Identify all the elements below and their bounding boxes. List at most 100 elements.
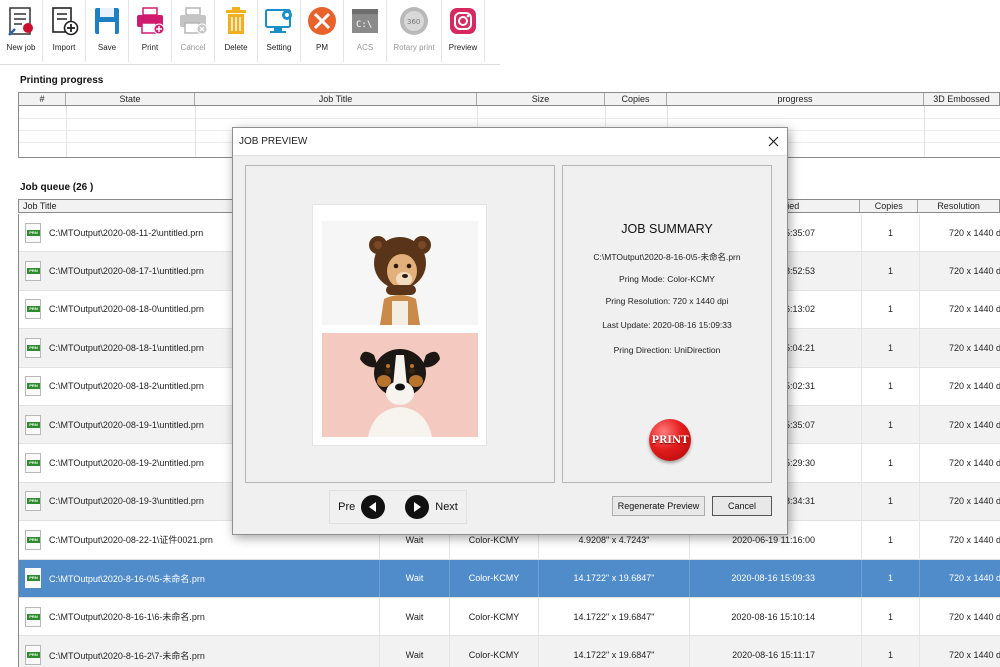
progress-col-state[interactable]: State (66, 93, 195, 105)
row-modified-text: 5:35:07 (784, 227, 815, 238)
row-state: Wait (380, 636, 450, 667)
row-modified-text: 5:02:31 (784, 381, 815, 392)
svg-text:360: 360 (407, 18, 420, 26)
row-modified-text: 2020-08-16 15:11:17 (732, 650, 815, 661)
preview-button[interactable]: Preview (442, 0, 485, 62)
row-job-title-text: C:\MTOutput\2020-08-19-3\untitled.prn (49, 496, 204, 507)
row-resolution: 720 x 1440 d (920, 406, 1000, 443)
row-copies-text: 1 (887, 496, 893, 507)
import-button[interactable]: Import (43, 0, 86, 62)
row-copies: 1 (862, 482, 920, 521)
rotary-print-icon: 360 (398, 5, 430, 37)
prn-file-icon: PRN (25, 414, 41, 435)
queue-col-copies[interactable]: Copies (860, 200, 919, 212)
print-job-label: PRINT (651, 434, 689, 446)
row-state: Wait (380, 559, 450, 597)
row-modified-text: 6:13:02 (784, 304, 815, 315)
cancel-print-button[interactable]: Cancel (172, 0, 215, 62)
next-button[interactable] (405, 495, 430, 519)
setting-button[interactable]: Setting (258, 0, 301, 62)
row-copies: 1 (862, 521, 920, 559)
progress-col-number[interactable]: # (19, 93, 66, 105)
summary-file-path: C:\MTOutput\2020-8-16-0\5-未命名.prn (593, 252, 741, 262)
print-job-button[interactable]: PRINT (649, 419, 691, 461)
row-job-title-text: C:\MTOutput\2020-8-16-2\7-未命名.prn (49, 650, 205, 661)
new-job-icon (5, 5, 37, 37)
progress-col-copies[interactable]: Copies (605, 93, 667, 105)
cancel-button[interactable]: Cancel (712, 496, 772, 516)
row-job-title: PRN C:\MTOutput\2020-8-16-2\7-未命名.prn (19, 636, 380, 667)
save-label: Save (97, 43, 117, 52)
row-modified: 2020-08-16 15:11:17 (690, 636, 862, 667)
save-button[interactable]: Save (86, 0, 129, 62)
prn-file-icon: PRN (25, 299, 41, 320)
acs-button[interactable]: C:\ ACS (344, 0, 387, 62)
row-job-title: PRN C:\MTOutput\2020-8-16-1\6-未命名.prn (19, 598, 380, 636)
table-row[interactable]: PRN C:\MTOutput\2020-8-16-1\6-未命名.prn Wait… (19, 598, 1000, 637)
progress-col-job-title[interactable]: Job Title (195, 93, 477, 105)
previous-button[interactable] (361, 495, 386, 519)
cancel-print-icon (177, 5, 209, 37)
close-button[interactable] (759, 128, 787, 156)
row-mode-text: Color-KCMY (468, 573, 520, 584)
row-copies-text: 1 (887, 419, 893, 430)
print-label: Print (141, 43, 159, 52)
delete-icon (220, 5, 252, 37)
delete-button[interactable]: Delete (215, 0, 258, 62)
prn-file-icon: PRN (25, 568, 41, 589)
prn-file-icon: PRN (25, 222, 41, 243)
preview-photo-dog-in-bear-hat (322, 221, 478, 325)
progress-col-size[interactable]: Size (477, 93, 605, 105)
row-resolution-text: 720 x 1440 d (948, 458, 1000, 469)
print-icon (134, 5, 166, 37)
row-copies-text: 1 (887, 304, 893, 315)
row-copies-text: 1 (887, 381, 893, 392)
row-job-title-text: C:\MTOutput\2020-8-16-1\6-未命名.prn (49, 612, 205, 623)
row-resolution-text: 720 x 1440 d (948, 342, 1000, 353)
previous-label[interactable]: Pre (338, 501, 355, 513)
row-resolution: 720 x 1440 d (920, 636, 1000, 667)
row-resolution-text: 720 x 1440 d (948, 573, 1000, 584)
row-copies: 1 (862, 444, 920, 482)
row-resolution: 720 x 1440 d (920, 560, 1000, 597)
prn-file-icon: PRN (25, 376, 41, 397)
summary-print-mode: Pring Mode: Color-KCMY (619, 274, 715, 284)
progress-col-3d-embossed[interactable]: 3D Embossed (924, 93, 999, 105)
row-job-title-text: C:\MTOutput\2020-08-19-1\untitled.prn (49, 419, 204, 430)
row-copies: 1 (862, 290, 920, 329)
arrow-left-icon (369, 502, 377, 512)
row-resolution: 720 x 1440 d (920, 252, 1000, 289)
progress-table-header: # State Job Title Size Copies progress 3… (18, 92, 1000, 106)
table-row[interactable]: PRN C:\MTOutput\2020-8-16-0\5-未命名.prn Wait… (19, 559, 1000, 598)
regenerate-preview-button[interactable]: Regenerate Preview (612, 496, 705, 516)
row-mode-text: Color-KCMY (468, 611, 520, 622)
import-icon (48, 5, 80, 37)
preview-pane (245, 165, 555, 483)
row-resolution-text: 720 x 1440 d (948, 419, 1000, 430)
row-modified: 2020-08-16 15:10:14 (690, 598, 862, 636)
table-row[interactable]: PRN C:\MTOutput\2020-8-16-2\7-未命名.prn Wait… (19, 636, 1000, 667)
row-size: 14.1722" x 19.6847" (539, 598, 690, 636)
new-job-label: New job (6, 43, 36, 52)
cancel-print-label: Cancel (180, 43, 206, 52)
row-copies: 1 (862, 598, 920, 636)
acs-label: ACS (356, 43, 374, 52)
row-size-text: 14.1722" x 19.6847" (573, 650, 655, 661)
next-label[interactable]: Next (435, 501, 458, 513)
row-modified-text: 5:04:21 (784, 342, 815, 353)
row-mode: Color-KCMY (450, 559, 539, 597)
pm-label: PM (316, 43, 328, 52)
pm-button[interactable]: PM (301, 0, 344, 62)
queue-col-resolution[interactable]: Resolution (918, 200, 999, 212)
row-state-text: Wait (405, 573, 424, 584)
print-button[interactable]: Print (129, 0, 172, 62)
save-icon (91, 5, 123, 37)
row-modified-text: 8:34:31 (784, 496, 815, 507)
row-resolution-text: 720 x 1440 d (948, 381, 1000, 392)
progress-col-progress[interactable]: progress (667, 93, 924, 105)
rotary-print-label: Rotary print (393, 43, 435, 52)
row-resolution-text: 720 x 1440 d (948, 611, 1000, 622)
rotary-print-button[interactable]: 360 Rotary print (387, 0, 442, 62)
new-job-button[interactable]: New job (0, 0, 43, 62)
row-resolution: 720 x 1440 d (920, 368, 1000, 405)
